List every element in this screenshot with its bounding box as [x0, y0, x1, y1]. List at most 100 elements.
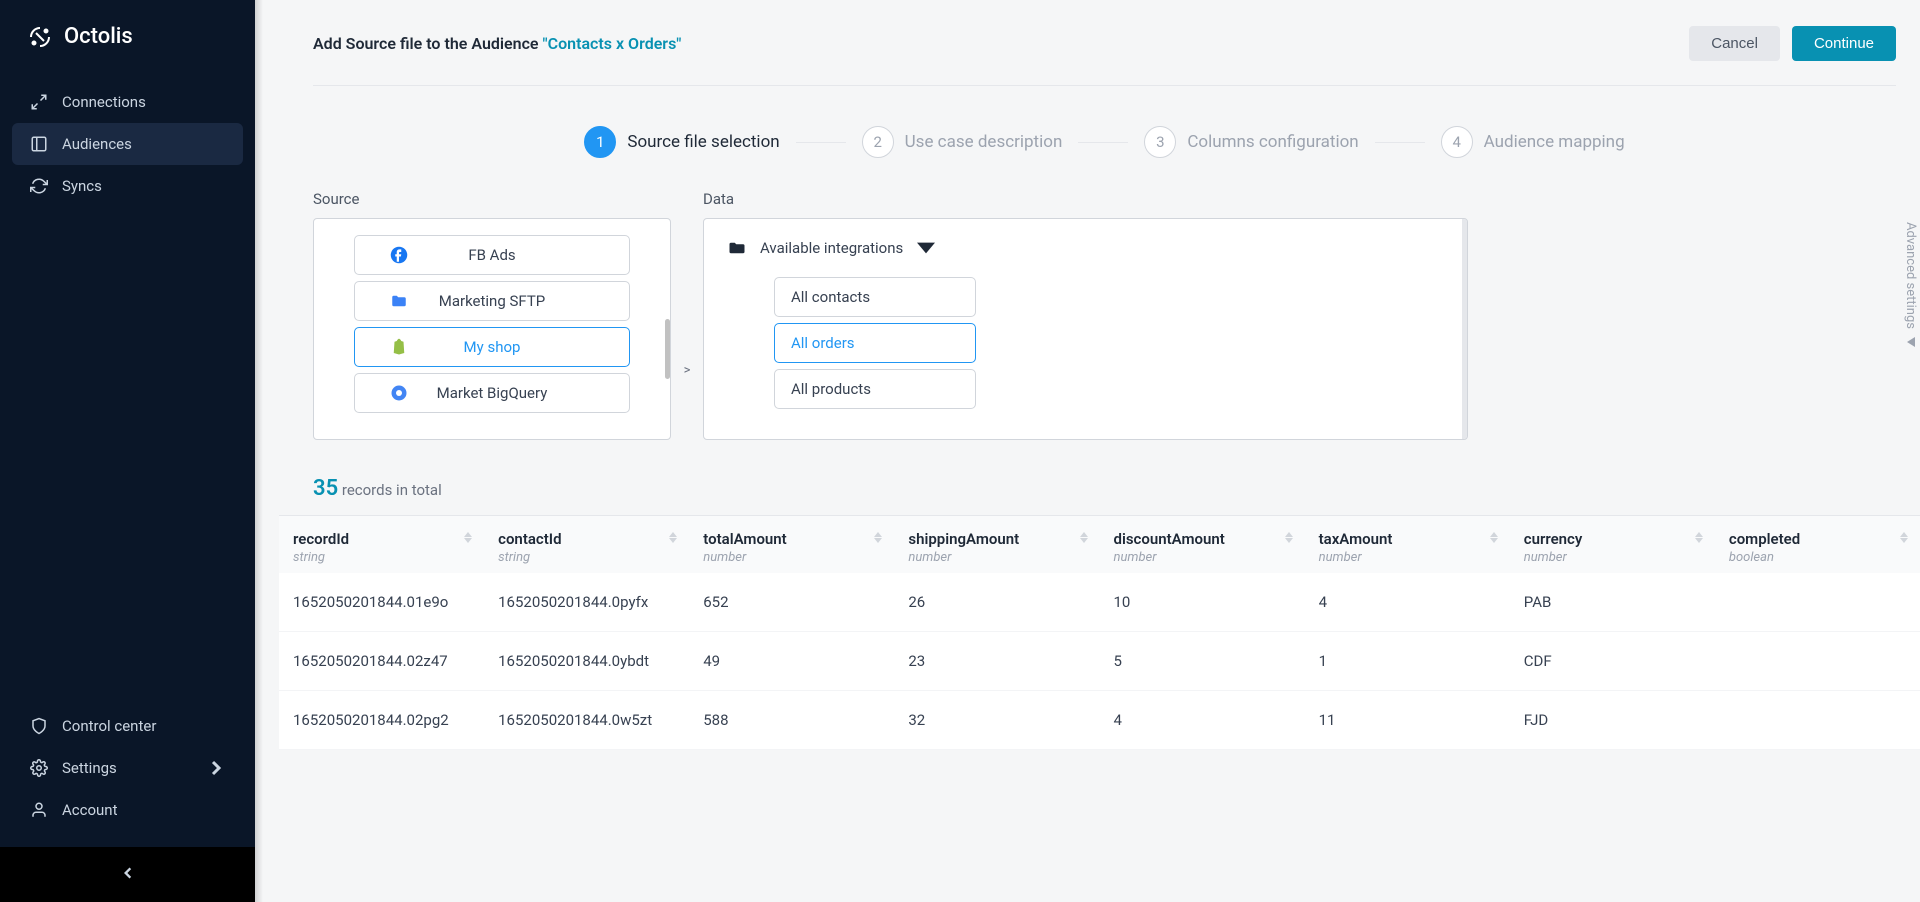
- data-integrations-toggle[interactable]: Available integrations: [704, 233, 1467, 271]
- source-label: Marketing SFTP: [439, 292, 546, 310]
- connections-icon: [30, 93, 48, 111]
- source-market-bigquery[interactable]: Market BigQuery: [354, 373, 630, 413]
- col-recordId[interactable]: recordIdstring: [279, 516, 484, 573]
- table-row[interactable]: 1652050201844.02pg21652050201844.0w5zt58…: [279, 691, 1920, 750]
- step-divider: [1375, 142, 1425, 143]
- page-header: Add Source file to the Audience "Contact…: [313, 26, 1896, 86]
- data-all-contacts[interactable]: All contacts: [774, 277, 976, 317]
- table-cell: 1652050201844.0ybdt: [484, 632, 689, 691]
- table-cell: 1652050201844.01e9o: [279, 573, 484, 632]
- syncs-icon: [30, 177, 48, 195]
- step-number: 3: [1144, 126, 1176, 158]
- audiences-icon: [30, 135, 48, 153]
- table-cell: 1: [1305, 632, 1510, 691]
- wizard-steps: 1 Source file selection 2 Use case descr…: [313, 86, 1896, 190]
- table-cell: 49: [689, 632, 894, 691]
- col-shippingAmount[interactable]: shippingAmountnumber: [894, 516, 1099, 573]
- table-cell: 4: [1100, 691, 1305, 750]
- table-cell: PAB: [1510, 573, 1715, 632]
- user-icon: [30, 801, 48, 819]
- cancel-button[interactable]: Cancel: [1689, 26, 1780, 61]
- panel-arrow: >: [671, 190, 703, 440]
- source-fb-ads[interactable]: FB Ads: [354, 235, 630, 275]
- chevron-right-icon: [207, 759, 225, 777]
- folder-icon: [390, 292, 408, 310]
- data-all-orders[interactable]: All orders: [774, 323, 976, 363]
- table-row[interactable]: 1652050201844.02z471652050201844.0ybdt49…: [279, 632, 1920, 691]
- sidebar: Octolis Connections Audiences Syncs Cont…: [0, 0, 255, 902]
- table-cell: 1652050201844.0w5zt: [484, 691, 689, 750]
- shield-icon: [30, 717, 48, 735]
- step-number: 1: [584, 126, 616, 158]
- brand-logo[interactable]: Octolis: [0, 0, 255, 73]
- table-cell: 1652050201844.02pg2: [279, 691, 484, 750]
- col-completed[interactable]: completedboolean: [1715, 516, 1920, 573]
- nav-audiences[interactable]: Audiences: [12, 123, 243, 165]
- table-cell: 4: [1305, 573, 1510, 632]
- main-nav: Connections Audiences Syncs: [0, 73, 255, 697]
- caret-down-icon: [917, 241, 935, 255]
- table-cell: 5: [1100, 632, 1305, 691]
- table-cell: [1715, 632, 1920, 691]
- data-table: recordIdstringcontactIdstringtotalAmount…: [279, 515, 1920, 750]
- nav-settings[interactable]: Settings: [12, 747, 243, 789]
- col-currency[interactable]: currencynumber: [1510, 516, 1715, 573]
- table-cell: 1652050201844.02z47: [279, 632, 484, 691]
- table-cell: CDF: [1510, 632, 1715, 691]
- nav-syncs[interactable]: Syncs: [12, 165, 243, 207]
- nav-label: Syncs: [62, 177, 102, 195]
- advanced-label: Advanced settings: [1903, 222, 1918, 329]
- table-row[interactable]: 1652050201844.01e9o1652050201844.0pyfx65…: [279, 573, 1920, 632]
- nav-label: Audiences: [62, 135, 132, 153]
- nav-label: Control center: [62, 717, 156, 735]
- step-label: Use case description: [905, 132, 1063, 152]
- brand-name: Octolis: [64, 24, 133, 49]
- chevron-left-icon: [123, 866, 133, 880]
- continue-button[interactable]: Continue: [1792, 26, 1896, 61]
- step-4[interactable]: 4 Audience mapping: [1441, 126, 1625, 158]
- nav-control-center[interactable]: Control center: [12, 705, 243, 747]
- table-cell: 11: [1305, 691, 1510, 750]
- table-cell: FJD: [1510, 691, 1715, 750]
- table-cell: [1715, 573, 1920, 632]
- col-discountAmount[interactable]: discountAmountnumber: [1100, 516, 1305, 573]
- source-marketing-sftp[interactable]: Marketing SFTP: [354, 281, 630, 321]
- source-my-shop[interactable]: My shop: [354, 327, 630, 367]
- nav-account[interactable]: Account: [12, 789, 243, 831]
- nav-label: Connections: [62, 93, 146, 111]
- step-1[interactable]: 1 Source file selection: [584, 126, 779, 158]
- table-cell: 23: [894, 632, 1099, 691]
- records-summary: 35 records in total: [313, 440, 1896, 515]
- table-cell: 32: [894, 691, 1099, 750]
- step-label: Columns configuration: [1187, 132, 1358, 152]
- logo-icon: [28, 25, 52, 49]
- nav-bottom: Control center Settings Account: [0, 697, 255, 847]
- source-label: My shop: [464, 338, 521, 356]
- data-all-products[interactable]: All products: [774, 369, 976, 409]
- records-count: 35: [313, 476, 338, 501]
- col-taxAmount[interactable]: taxAmountnumber: [1305, 516, 1510, 573]
- step-number: 4: [1441, 126, 1473, 158]
- nav-connections[interactable]: Connections: [12, 81, 243, 123]
- data-title-label: Available integrations: [760, 239, 903, 257]
- col-totalAmount[interactable]: totalAmountnumber: [689, 516, 894, 573]
- source-label: FB Ads: [468, 246, 515, 264]
- col-contactId[interactable]: contactIdstring: [484, 516, 689, 573]
- collapse-sidebar[interactable]: [0, 847, 255, 902]
- folder-icon: [728, 241, 746, 255]
- step-3[interactable]: 3 Columns configuration: [1144, 126, 1358, 158]
- data-label: Data: [703, 190, 1468, 208]
- shopify-icon: [390, 338, 408, 356]
- source-label: Market BigQuery: [437, 384, 548, 402]
- caret-left-icon: [1907, 337, 1915, 347]
- source-label: Source: [313, 190, 671, 208]
- facebook-icon: [390, 246, 408, 264]
- step-divider: [796, 142, 846, 143]
- bigquery-icon: [390, 384, 408, 402]
- advanced-settings[interactable]: Advanced settings: [1903, 222, 1918, 347]
- table-cell: 10: [1100, 573, 1305, 632]
- main-content: Add Source file to the Audience "Contact…: [255, 0, 1920, 902]
- data-panel: Available integrations All contacts All …: [703, 218, 1468, 440]
- step-divider: [1078, 142, 1128, 143]
- step-2[interactable]: 2 Use case description: [862, 126, 1063, 158]
